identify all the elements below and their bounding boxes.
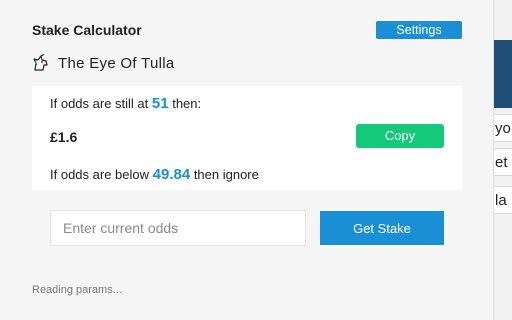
- unicorn-icon: [33, 54, 48, 71]
- get-stake-label: Get Stake: [353, 220, 411, 236]
- stake-amount: £1.6: [50, 129, 78, 145]
- status-text: Reading params...: [32, 284, 122, 296]
- event-row: The Eye Of Tulla: [32, 53, 175, 73]
- current-odds-input[interactable]: [50, 210, 306, 246]
- background-row: yo: [494, 114, 512, 142]
- copy-button[interactable]: Copy: [356, 124, 444, 148]
- stake-calculator-popup: Stake Calculator Settings The Eye Of Tul…: [0, 0, 494, 320]
- odds-below-prefix: If odds are below: [50, 167, 150, 182]
- settings-button[interactable]: Settings: [376, 21, 462, 39]
- result-card: If odds are still at 51 then: £1.6 Copy …: [32, 86, 462, 190]
- threshold-odds-value: 49.84: [152, 166, 191, 183]
- odds-still-line: If odds are still at 51 then:: [50, 95, 201, 112]
- odds-below-suffix: then ignore: [193, 167, 259, 182]
- background-row: et: [494, 148, 512, 176]
- background-banner: [494, 40, 512, 108]
- get-stake-button[interactable]: Get Stake: [320, 211, 444, 245]
- odds-still-suffix: then:: [172, 96, 202, 111]
- popup-title: Stake Calculator: [32, 22, 142, 38]
- odds-still-prefix: If odds are still at: [50, 96, 149, 111]
- background-row: la: [494, 186, 512, 214]
- odds-below-line: If odds are below 49.84 then ignore: [50, 166, 259, 183]
- current-odds-value: 51: [151, 95, 169, 112]
- event-name: The Eye Of Tulla: [58, 54, 175, 72]
